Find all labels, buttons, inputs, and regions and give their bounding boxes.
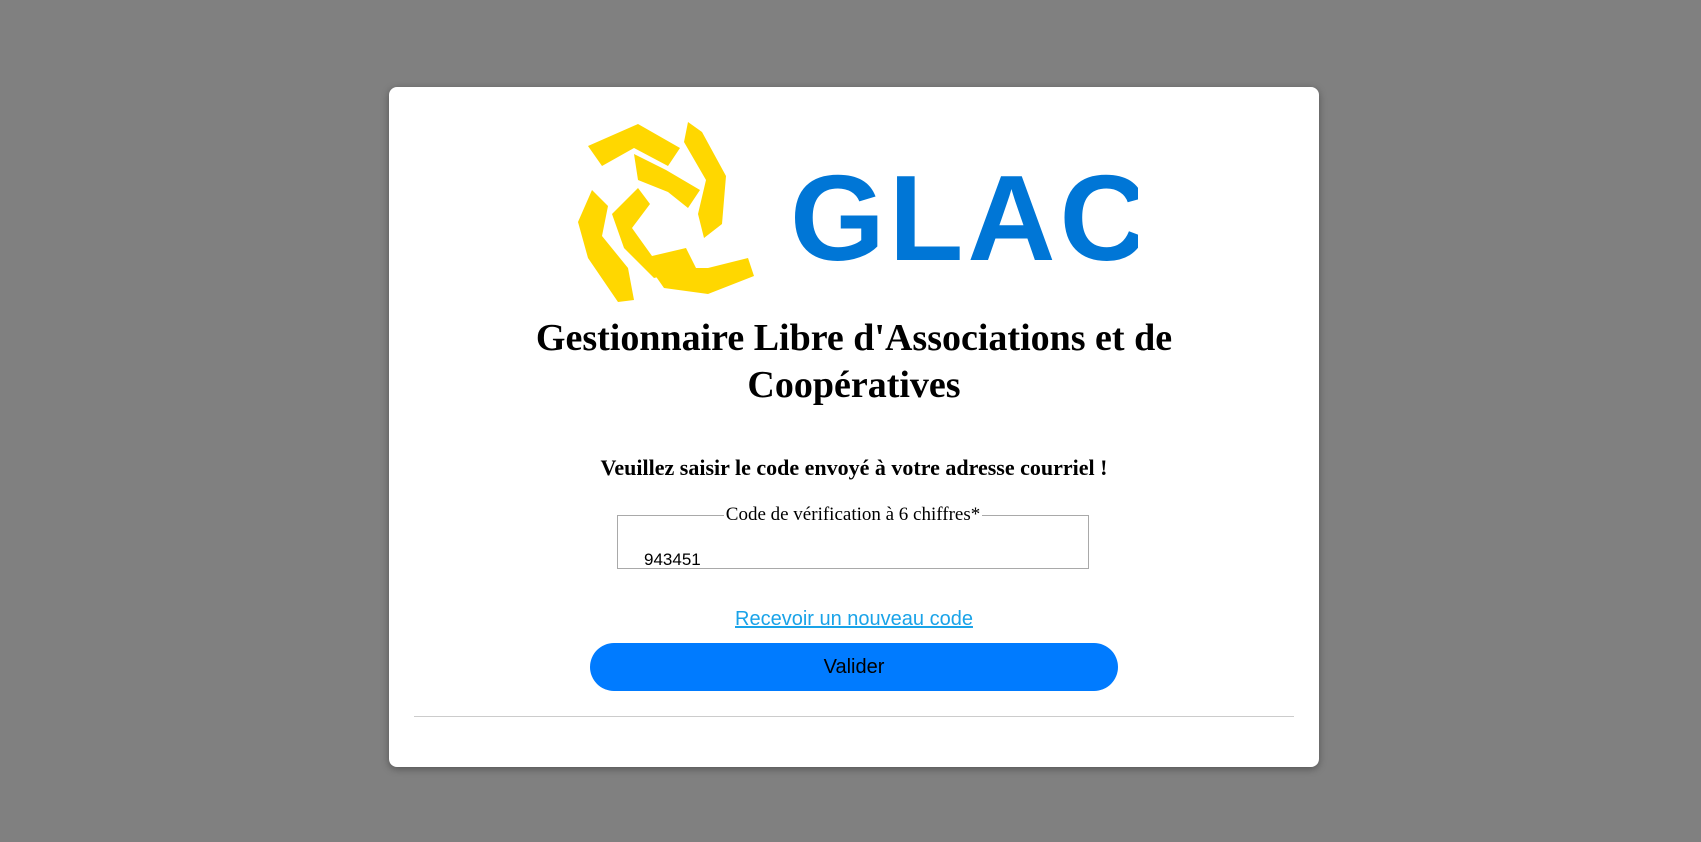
glac-logo: GLAC bbox=[578, 122, 1138, 302]
hands-emblem-icon bbox=[578, 122, 754, 302]
verification-code-input[interactable] bbox=[644, 547, 1044, 573]
instruction-text: Veuillez saisir le code envoyé à votre a… bbox=[600, 455, 1108, 480]
resend-code-link[interactable]: Recevoir un nouveau code bbox=[735, 608, 973, 630]
verification-dialog: GLAC Gestionnaire Libre d'Associations e… bbox=[389, 87, 1319, 767]
verification-code-fieldset: Code de vérification à 6 chiffres* bbox=[617, 504, 1089, 573]
divider bbox=[414, 716, 1294, 717]
app-title-line-2: Coopératives bbox=[747, 364, 961, 406]
submit-button[interactable]: Valider bbox=[590, 643, 1118, 691]
glac-wordmark: GLAC bbox=[790, 150, 1138, 286]
verification-code-label: Code de vérification à 6 chiffres* bbox=[725, 504, 981, 525]
app-title: Gestionnaire Libre d'Associations et de … bbox=[389, 315, 1319, 409]
app-title-line-1: Gestionnaire Libre d'Associations et de bbox=[535, 317, 1173, 359]
resend-link-container: Recevoir un nouveau code bbox=[389, 606, 1319, 632]
